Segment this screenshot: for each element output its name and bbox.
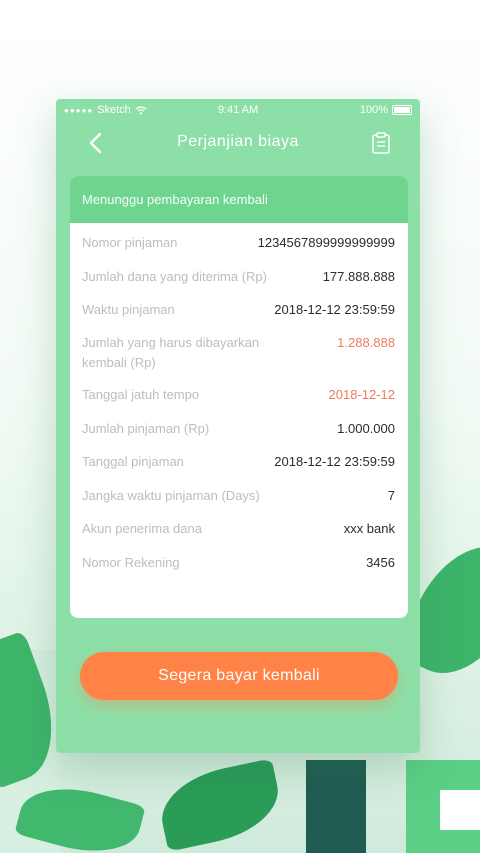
row-value: 3456	[366, 555, 395, 570]
clipboard-icon[interactable]	[370, 131, 392, 155]
row-label: Jumlah yang harus dibayarkan kembali (Rp…	[82, 335, 260, 370]
row-label: Waktu pinjaman	[82, 302, 175, 317]
nav-bar: Perjanjian biaya	[56, 121, 420, 165]
phone-screen: ●●●●● Sketch 9:41 AM 100% Perjanjian bia…	[56, 99, 420, 753]
row-value: 2018-12-12 23:59:59	[274, 454, 395, 469]
row-label: Nomor pinjaman	[82, 235, 178, 250]
detail-row-loan-date: Tanggal pinjaman 2018-12-12 23:59:59	[82, 452, 395, 486]
row-value: 2018-12-12	[328, 387, 396, 402]
loan-agreement-card: Menunggu pembayaran kembali Nomor pinjam…	[70, 176, 408, 618]
battery-percent: 100%	[359, 104, 388, 116]
row-value: 1234567899999999999	[257, 235, 395, 250]
row-value: xxx bank	[343, 521, 395, 536]
detail-row-loan-number: Nomor pinjaman 1234567899999999999	[82, 233, 395, 267]
status-bar: ●●●●● Sketch 9:41 AM 100%	[56, 99, 420, 121]
row-label: Akun penerima dana	[82, 521, 202, 536]
battery-icon	[392, 105, 412, 115]
detail-row-due-date: Tanggal jatuh tempo 2018-12-12	[82, 385, 395, 419]
row-value: 177.888.888	[322, 269, 395, 284]
page-title: Perjanjian biaya	[177, 133, 299, 150]
detail-list: Nomor pinjaman 1234567899999999999 Jumla…	[70, 223, 408, 586]
row-label: Jumlah pinjaman (Rp)	[82, 421, 210, 436]
row-value: 1.000.000	[337, 421, 395, 436]
row-label: Tanggal jatuh tempo	[82, 387, 200, 402]
detail-row-loan-amount: Jumlah pinjaman (Rp) 1.000.000	[82, 419, 395, 452]
detail-row-repayment-amount: Jumlah yang harus dibayarkan kembali (Rp…	[82, 333, 395, 385]
card-status-header: Menunggu pembayaran kembali	[70, 176, 408, 223]
pay-back-button[interactable]: Segera bayar kembali	[80, 652, 398, 700]
row-value: 7	[387, 488, 395, 503]
row-label: Jangka waktu pinjaman (Days)	[82, 488, 260, 503]
detail-row-recipient-account: Akun penerima dana xxx bank	[82, 519, 395, 553]
row-label: Jumlah dana yang diterima (Rp)	[82, 269, 267, 284]
detail-row-received-amount: Jumlah dana yang diterima (Rp) 177.888.8…	[82, 267, 395, 300]
detail-row-account-number: Nomor Rekening 3456	[82, 553, 395, 586]
row-value: 1.288.888	[337, 335, 395, 350]
row-label: Nomor Rekening	[82, 555, 180, 570]
detail-row-loan-time: Waktu pinjaman 2018-12-12 23:59:59	[82, 300, 395, 333]
detail-row-loan-term: Jangka waktu pinjaman (Days) 7	[82, 486, 395, 519]
row-label: Tanggal pinjaman	[82, 454, 184, 469]
row-value: 2018-12-12 23:59:59	[274, 302, 395, 317]
